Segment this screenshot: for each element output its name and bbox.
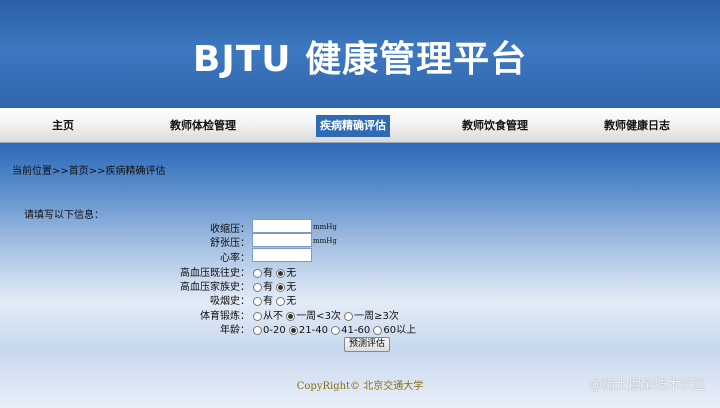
nav-item-home[interactable]: 主页 xyxy=(52,117,74,135)
option-label: 有 xyxy=(263,296,273,307)
age-radio-41-60[interactable] xyxy=(331,325,341,335)
diastolic-label: 舒张压： xyxy=(210,238,250,249)
smoking-radio-no[interactable] xyxy=(276,296,286,306)
heart-rate-input[interactable] xyxy=(252,248,312,262)
option-label: 21-40 xyxy=(298,325,328,336)
exercise-radio-3-plus[interactable] xyxy=(344,311,354,321)
option-label: 0-20 xyxy=(263,325,286,336)
exercise-radio-less-3[interactable] xyxy=(286,311,296,321)
age-radio-21-40[interactable] xyxy=(288,325,298,335)
diastolic-input[interactable] xyxy=(252,233,312,247)
hypertension-history-label: 高血压既往史： xyxy=(180,268,250,279)
form-intro: 请填写以下信息： xyxy=(24,210,104,221)
smoking-radio-yes[interactable] xyxy=(253,296,262,306)
option-label: 41-60 xyxy=(341,325,371,336)
age-label: 年龄： xyxy=(220,325,250,336)
family-history-radio-no[interactable] xyxy=(276,282,286,292)
smoking-options: 有 无 xyxy=(253,292,296,307)
hypertension-history-radio-no[interactable] xyxy=(276,268,286,278)
nav-bar: 主页 教师体检管理 疾病精确评估 教师饮食管理 教师健康日志 xyxy=(0,108,720,143)
exercise-radio-never[interactable] xyxy=(253,311,262,321)
page-title: BJTU 健康管理平台 xyxy=(192,39,528,80)
nav-item-health-log[interactable]: 教师健康日志 xyxy=(604,117,670,135)
watermark: @稀土掘金技术社区 xyxy=(588,378,706,393)
systolic-label: 收缩压： xyxy=(210,224,250,235)
smoking-label: 吸烟史： xyxy=(210,296,250,307)
option-label: 无 xyxy=(286,296,297,307)
breadcrumb: 当前位置>>首页>>疾病精确评估 xyxy=(12,166,166,177)
family-history-label: 高血压家族史： xyxy=(180,282,250,293)
exercise-label: 体育锻炼： xyxy=(200,311,250,322)
systolic-input[interactable] xyxy=(252,219,312,233)
age-radio-0-20[interactable] xyxy=(253,325,262,335)
hypertension-history-radio-yes[interactable] xyxy=(253,268,262,278)
option-label: 60以上 xyxy=(383,325,417,336)
age-options: 0-20 21-40 41-60 60以上 xyxy=(253,321,416,336)
content-area xyxy=(0,143,720,408)
nav-item-disease-assessment[interactable]: 疾病精确评估 xyxy=(316,115,390,137)
diastolic-unit: mmHg xyxy=(313,237,337,245)
heart-rate-label: 心率： xyxy=(220,253,250,264)
nav-item-diet[interactable]: 教师饮食管理 xyxy=(462,117,528,135)
nav-item-physical-exam[interactable]: 教师体检管理 xyxy=(170,117,236,135)
header-banner: BJTU 健康管理平台 xyxy=(0,0,720,108)
systolic-unit: mmHg xyxy=(313,223,337,231)
family-history-radio-yes[interactable] xyxy=(253,282,262,292)
age-radio-60-plus[interactable] xyxy=(373,325,383,335)
exercise-options: 从不 一周<3次 一周≥3次 xyxy=(253,307,399,322)
hypertension-history-options: 有 无 xyxy=(253,264,296,279)
family-history-options: 有 无 xyxy=(253,278,296,293)
predict-button[interactable]: 预测评估 xyxy=(344,337,390,352)
